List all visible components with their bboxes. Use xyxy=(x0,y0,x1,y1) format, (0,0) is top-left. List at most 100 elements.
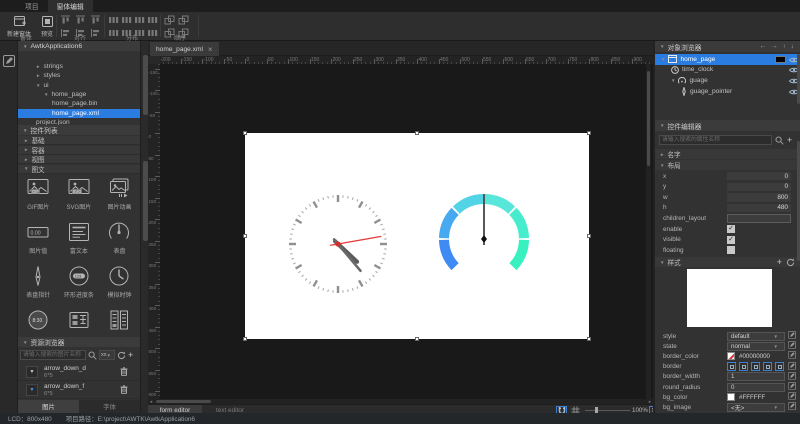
rich-text-icon[interactable] xyxy=(67,220,91,244)
per-state-icon[interactable] xyxy=(788,372,796,380)
digital-clock-icon[interactable]: 8:30 xyxy=(26,308,50,332)
delete-resource-icon[interactable] xyxy=(120,385,128,394)
clock-icon[interactable] xyxy=(671,66,679,74)
border-option-button-1[interactable] xyxy=(739,362,748,371)
per-state-icon[interactable] xyxy=(788,351,796,359)
widget-tile-list-view[interactable] xyxy=(99,306,140,337)
ribbon-tab-form-edit[interactable]: 窗体编辑 xyxy=(48,0,93,12)
widget-tile-guage-pointer[interactable]: 表盘指针 xyxy=(18,262,59,304)
align-tool-icon[interactable] xyxy=(90,15,101,25)
align-tool-icon[interactable] xyxy=(75,15,86,25)
align-tool-icon[interactable] xyxy=(60,15,71,25)
guage-small-icon[interactable] xyxy=(678,77,686,85)
zoom-slider-track[interactable] xyxy=(585,410,630,411)
magnet-button[interactable] xyxy=(556,406,567,414)
align-tool-icon[interactable] xyxy=(147,15,158,25)
align-tool-icon[interactable] xyxy=(147,28,158,38)
align-tool-icon[interactable] xyxy=(134,15,145,25)
scroll-right-icon[interactable]: ► xyxy=(648,399,652,404)
widget-tile-svg-image[interactable]: SVGSVG图片 xyxy=(59,174,100,216)
align-tool-icon[interactable] xyxy=(178,15,189,25)
checkbox-visible[interactable]: ✓ xyxy=(727,236,735,244)
editor-tab-text-editor[interactable]: text editor xyxy=(202,405,258,413)
project-tree-item-ui[interactable]: ▼ui xyxy=(18,81,140,90)
selection-handle[interactable] xyxy=(415,337,419,341)
checkbox-enable[interactable]: ✓ xyxy=(727,225,735,233)
refresh-style-icon[interactable] xyxy=(786,258,795,267)
scroll-left-icon[interactable]: ◄ xyxy=(149,399,153,404)
align-tool-icon[interactable] xyxy=(121,15,132,25)
selection-handle[interactable] xyxy=(587,131,591,135)
add-resource-icon[interactable]: + xyxy=(128,351,133,360)
widget-tile-image-animation[interactable]: 图片动画 xyxy=(99,174,140,216)
selection-handle[interactable] xyxy=(243,234,247,238)
search-icon[interactable] xyxy=(775,136,784,145)
resource-item-arrow_down_f[interactable]: ▼arrow_down_f6*5 xyxy=(18,381,140,399)
per-state-icon[interactable] xyxy=(788,331,796,339)
style-select-state[interactable]: normal▼ xyxy=(727,342,785,351)
delete-resource-icon[interactable] xyxy=(120,367,128,376)
object-tree-item-home_page[interactable]: ▼home_page xyxy=(655,54,800,65)
widget-tile-digital-clock[interactable]: 8:30 xyxy=(18,306,59,337)
widget-tile-time-clock[interactable]: 模拟时钟 xyxy=(99,262,140,304)
widget-tile-gif-image[interactable]: GIFGIF图片 xyxy=(18,174,59,216)
canvas-widget-time-clock[interactable] xyxy=(281,187,395,301)
object-tree-item-time_clock[interactable]: time_clock xyxy=(655,65,800,76)
color-swatch-border_color[interactable] xyxy=(727,352,735,360)
image-value-icon[interactable]: 0.00 xyxy=(26,220,50,244)
project-tree-item-styles[interactable]: ►styles xyxy=(18,71,140,80)
section-name[interactable]: ►名字 xyxy=(655,149,800,159)
object-move-down-icon[interactable]: ↓ xyxy=(791,43,794,50)
canvas-widget-guage[interactable] xyxy=(434,189,534,289)
pointer-icon[interactable] xyxy=(681,87,687,96)
style-input-round_radius[interactable]: 0 xyxy=(727,383,785,392)
left-panel-scrollbar[interactable] xyxy=(140,41,148,413)
per-state-icon[interactable] xyxy=(788,382,796,390)
list-view-icon[interactable] xyxy=(107,308,131,332)
search-icon[interactable] xyxy=(88,351,97,360)
preview-icon[interactable] xyxy=(41,15,54,28)
ribbon-tab-project[interactable]: 项目 xyxy=(16,0,48,12)
resource-item-arrow_down_d[interactable]: ▼arrow_down_d6*5 xyxy=(18,363,140,381)
style-select-bg_image[interactable]: <无>▼ xyxy=(727,403,785,412)
design-page[interactable] xyxy=(245,133,589,339)
magnet-icon[interactable] xyxy=(558,406,566,413)
widget-tile-rich-text[interactable]: 富文本 xyxy=(59,218,100,260)
widget-tile-progress-circle[interactable]: 123环形进度条 xyxy=(59,262,100,304)
border-option-button-3[interactable] xyxy=(763,362,772,371)
widget-tile-image-value[interactable]: 0.00图片值 xyxy=(18,218,59,260)
image-animation-icon[interactable] xyxy=(107,176,131,200)
children-layout-input[interactable] xyxy=(727,214,791,223)
layout-prop-value-field[interactable]: 480 xyxy=(727,204,791,212)
add-property-icon[interactable]: + xyxy=(787,136,792,145)
widget-tile-candidates[interactable] xyxy=(59,306,100,337)
doc-tab-home-page[interactable]: home_page.xml× xyxy=(150,42,219,56)
style-input-border_width[interactable]: 1 xyxy=(727,372,785,381)
scrollbar-thumb[interactable] xyxy=(647,71,650,166)
section-style[interactable]: ▼样式+ xyxy=(655,257,800,267)
border-option-button-0[interactable] xyxy=(727,362,736,371)
resource-tab-font[interactable]: 字体 xyxy=(79,400,140,413)
selection-handle[interactable] xyxy=(587,337,591,341)
scrollbar-thumb[interactable] xyxy=(156,400,211,403)
resource-tab-image[interactable]: 图片 xyxy=(18,400,79,413)
new-form-icon[interactable] xyxy=(13,15,26,28)
project-tree-item-home_page-bin[interactable]: home_page.bin xyxy=(18,99,140,108)
widget-tile-guage[interactable]: 表盘 xyxy=(99,218,140,260)
project-tree-item-home_page[interactable]: ▼home_page xyxy=(18,90,140,99)
property-search-input[interactable] xyxy=(659,135,772,145)
color-swatch-bg_color[interactable] xyxy=(727,393,735,401)
window-icon[interactable] xyxy=(668,55,677,63)
editor-tab-form-editor[interactable]: form editor xyxy=(148,405,202,413)
guage-pointer-icon[interactable] xyxy=(26,264,50,288)
border-option-button-4[interactable] xyxy=(775,362,784,371)
time-clock-icon[interactable] xyxy=(107,264,131,288)
project-tree-item-home_page-xml[interactable]: home_page.xml xyxy=(18,109,140,118)
layout-prop-value-field[interactable]: 0 xyxy=(727,183,791,191)
add-style-icon[interactable]: + xyxy=(777,257,782,267)
object-move-left-icon[interactable]: ← xyxy=(760,43,767,50)
object-color-swatch[interactable] xyxy=(775,56,786,64)
selection-handle[interactable] xyxy=(243,337,247,341)
align-tool-icon[interactable] xyxy=(108,15,119,25)
guage-icon[interactable] xyxy=(107,220,131,244)
